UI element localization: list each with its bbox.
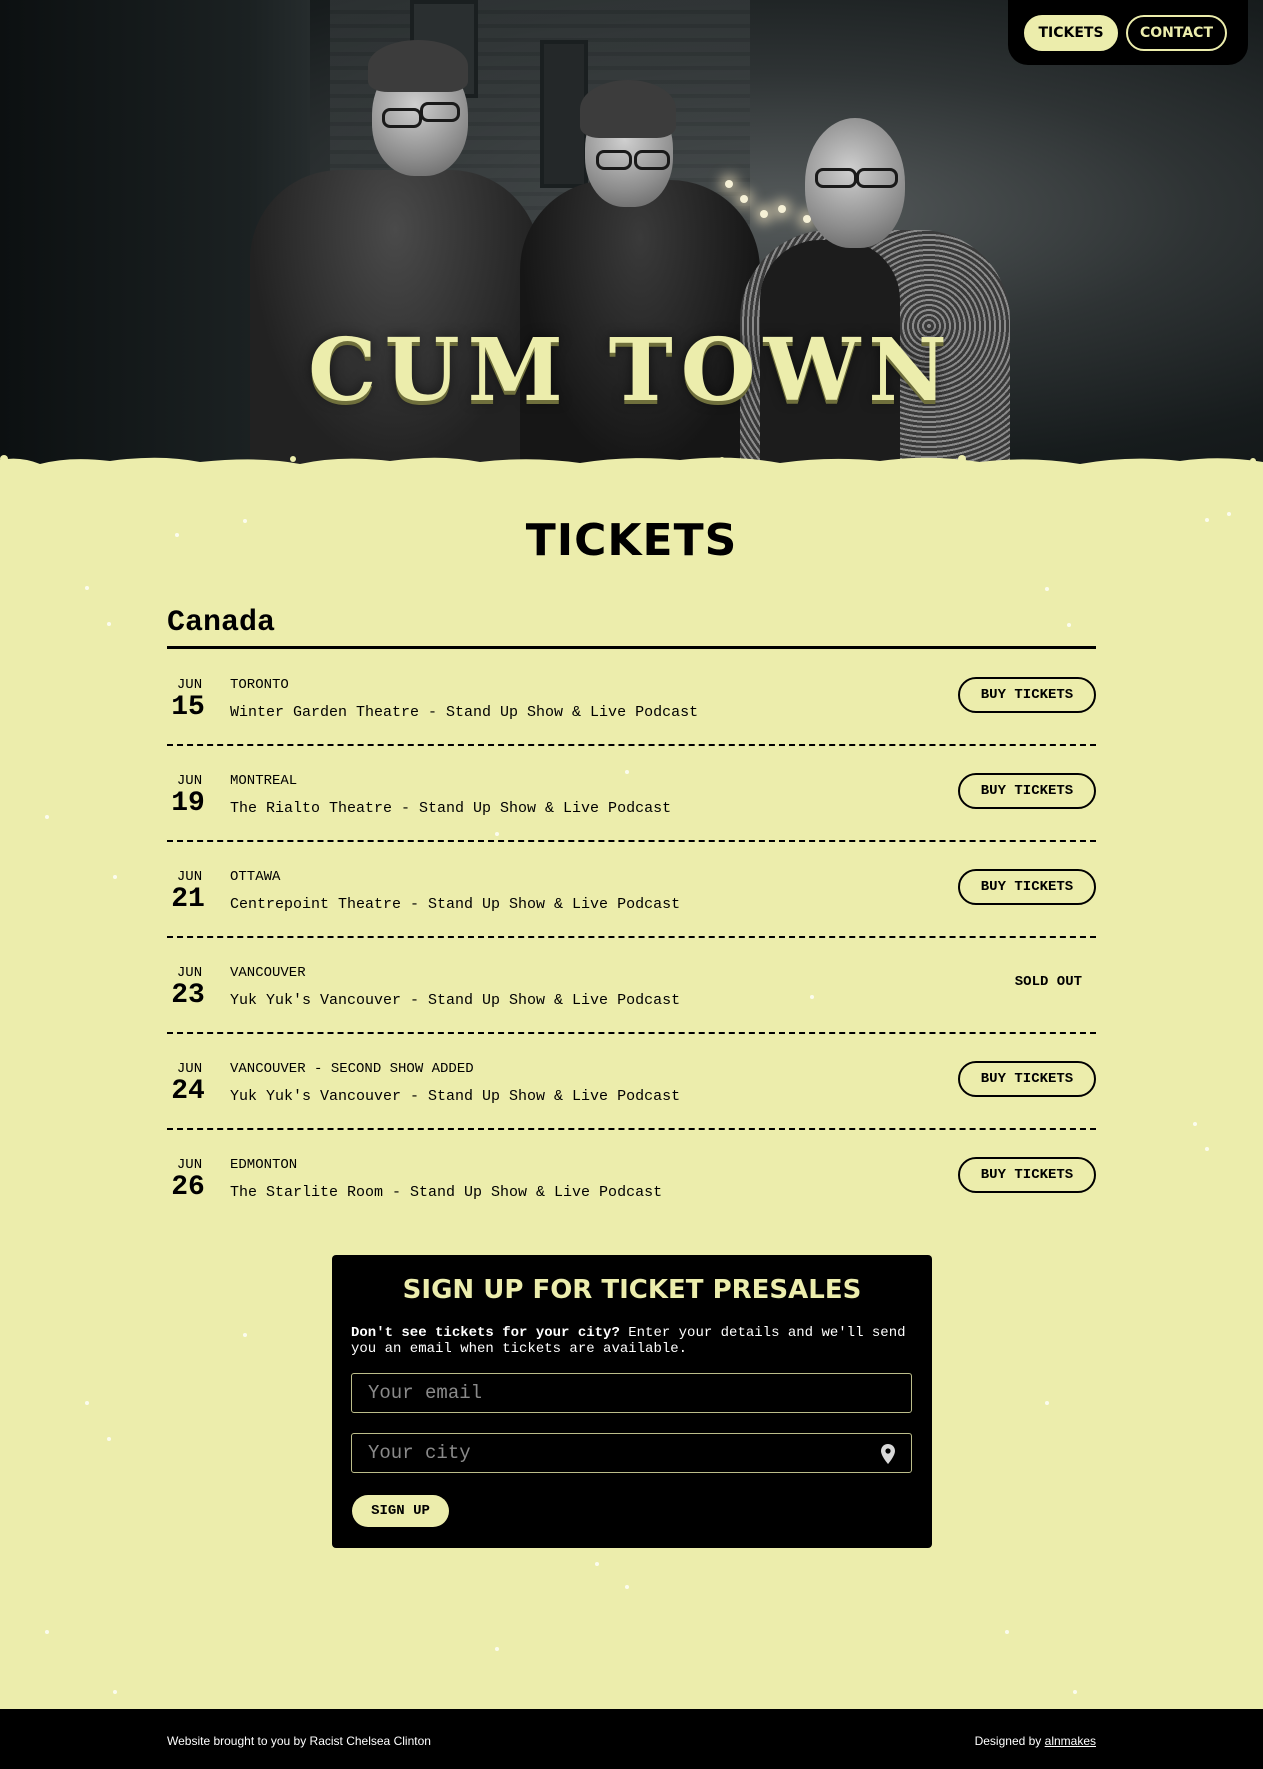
decorative-speck <box>113 1690 117 1694</box>
show-day: 24 <box>171 1076 205 1107</box>
show-row: JUN 24 VANCOUVER - SECOND SHOW ADDED Yuk… <box>167 1034 1096 1130</box>
decorative-speck <box>625 1585 629 1589</box>
decorative-speck <box>495 1647 499 1651</box>
top-nav: TICKETS CONTACT <box>1008 0 1248 65</box>
decorative-speck <box>595 1562 599 1566</box>
street-light <box>760 210 768 218</box>
map-pin-icon <box>881 1444 895 1464</box>
nav-tickets-button[interactable]: TICKETS <box>1024 15 1118 51</box>
designer-link[interactable]: alnmakes <box>1045 1734 1096 1748</box>
signup-title: SIGN UP FOR TICKET PRESALES <box>402 1275 862 1305</box>
hero-banner: CUM TOWN <box>0 0 1263 470</box>
footer-credit: Website brought to you by Racist Chelsea… <box>167 1734 431 1748</box>
show-city: EDMONTON <box>230 1157 298 1173</box>
decorative-speck <box>45 1630 49 1634</box>
signup-description-bold: Don't see tickets for your city? <box>351 1325 620 1341</box>
decorative-speck <box>107 622 111 626</box>
decorative-speck <box>107 1437 111 1441</box>
show-venue: The Starlite Room - Stand Up Show & Live… <box>230 1184 663 1201</box>
decorative-speck <box>85 586 89 590</box>
buy-tickets-button[interactable]: BUY TICKETS <box>958 677 1096 713</box>
show-city: VANCOUVER <box>230 965 306 981</box>
buy-tickets-button[interactable]: BUY TICKETS <box>958 1061 1096 1097</box>
country-heading: Canada <box>167 604 1096 649</box>
show-day: 15 <box>171 692 205 723</box>
show-row: JUN 23 VANCOUVER Yuk Yuk's Vancouver - S… <box>167 938 1096 1034</box>
show-city: MONTREAL <box>230 773 298 789</box>
presale-signup-card: SIGN UP FOR TICKET PRESALES Don't see ti… <box>332 1255 932 1548</box>
show-month: JUN <box>176 773 203 789</box>
decorative-speck <box>1073 1690 1077 1694</box>
show-row: JUN 21 OTTAWA Centrepoint Theatre - Stan… <box>167 842 1096 938</box>
show-list: JUN 15 TORONTO Winter Garden Theatre - S… <box>167 650 1096 1224</box>
email-input[interactable]: Your email <box>351 1373 912 1413</box>
decorative-speck <box>85 1401 89 1405</box>
decorative-speck <box>1193 1122 1197 1126</box>
decorative-speck <box>1045 587 1049 591</box>
sign-up-button[interactable]: SIGN UP <box>352 1495 449 1527</box>
buy-tickets-button[interactable]: BUY TICKETS <box>958 869 1096 905</box>
show-city: OTTAWA <box>230 869 281 885</box>
decorative-speck <box>1005 1630 1009 1634</box>
buy-tickets-button[interactable]: BUY TICKETS <box>958 1157 1096 1193</box>
show-venue: Centrepoint Theatre - Stand Up Show & Li… <box>230 896 681 913</box>
hero-drip-edge <box>0 455 1263 470</box>
buy-tickets-button[interactable]: BUY TICKETS <box>958 773 1096 809</box>
show-row: JUN 26 EDMONTON The Starlite Room - Stan… <box>167 1130 1096 1224</box>
show-month: JUN <box>176 1061 203 1077</box>
show-month: JUN <box>176 1157 203 1173</box>
nav-contact-button[interactable]: CONTACT <box>1126 15 1227 51</box>
show-row: JUN 19 MONTREAL The Rialto Theatre - Sta… <box>167 746 1096 842</box>
street-light <box>740 195 748 203</box>
city-input-placeholder: Your city <box>368 1442 471 1464</box>
city-input[interactable]: Your city <box>351 1433 912 1473</box>
show-day: 19 <box>171 788 205 819</box>
show-venue: Yuk Yuk's Vancouver - Stand Up Show & Li… <box>230 992 681 1009</box>
show-city: TORONTO <box>230 677 289 693</box>
show-city: VANCOUVER - SECOND SHOW ADDED <box>230 1061 474 1077</box>
show-month: JUN <box>176 965 203 981</box>
decorative-speck <box>113 875 117 879</box>
decorative-speck <box>243 1333 247 1337</box>
street-light <box>778 205 786 213</box>
signup-description: Don't see tickets for your city? Enter y… <box>351 1325 911 1357</box>
decorative-speck <box>45 815 49 819</box>
cum-town-logo: CUM TOWN <box>308 320 955 421</box>
footer-designer: Designed by alnmakes <box>975 1734 1096 1748</box>
sold-out-label: SOLD OUT <box>1014 974 1082 990</box>
footer-designed-by: Designed by <box>974 1734 1045 1748</box>
decorative-speck <box>1205 1147 1209 1151</box>
show-row: JUN 15 TORONTO Winter Garden Theatre - S… <box>167 650 1096 746</box>
footer: Website brought to you by Racist Chelsea… <box>0 1709 1263 1769</box>
decorative-speck <box>1045 1401 1049 1405</box>
page-title: TICKETS <box>525 515 738 566</box>
show-venue: The Rialto Theatre - Stand Up Show & Liv… <box>230 800 672 817</box>
show-day: 26 <box>171 1172 205 1203</box>
show-day: 23 <box>171 980 205 1011</box>
show-venue: Yuk Yuk's Vancouver - Stand Up Show & Li… <box>230 1088 681 1105</box>
street-light <box>725 180 733 188</box>
show-month: JUN <box>176 677 203 693</box>
show-day: 21 <box>171 884 205 915</box>
show-venue: Winter Garden Theatre - Stand Up Show & … <box>230 704 699 721</box>
show-month: JUN <box>176 869 203 885</box>
